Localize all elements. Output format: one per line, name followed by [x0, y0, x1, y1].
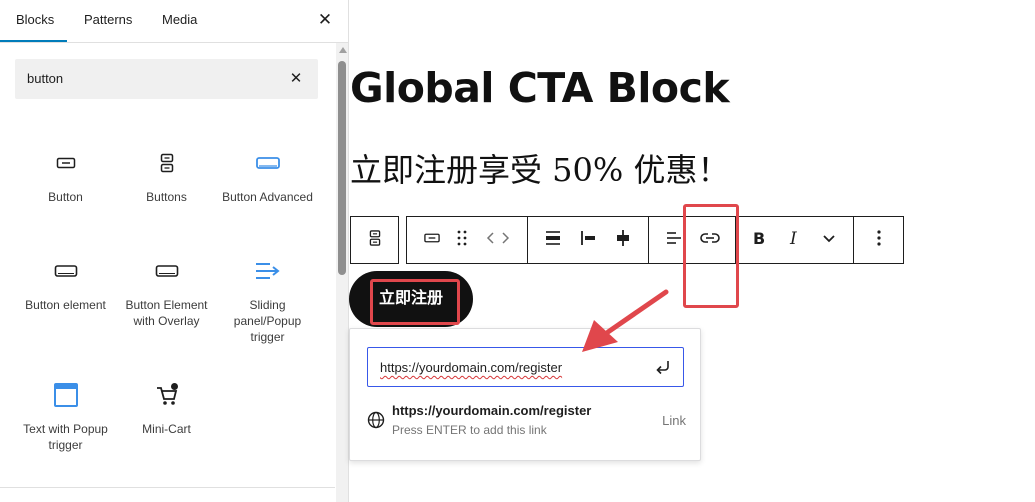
- buttons-icon: [365, 228, 385, 253]
- buttons-icon: [116, 147, 217, 179]
- block-label: Mini-Cart: [142, 422, 191, 436]
- block-item-text-popup[interactable]: Text with Popup trigger: [15, 379, 116, 453]
- select-parent-buttons-button[interactable]: [350, 216, 399, 264]
- subtitle-heading[interactable]: 立即注册享受 50% 优惠！: [350, 150, 729, 190]
- bold-button[interactable]: B: [744, 217, 774, 263]
- inserter-tabs: Blocks Patterns Media ✕: [0, 0, 348, 43]
- cart-icon: [116, 379, 217, 411]
- divider: [648, 217, 649, 263]
- move-arrows-icon: [485, 230, 511, 251]
- scroll-up-arrow-icon[interactable]: [339, 47, 347, 53]
- page-title[interactable]: Global CTA Block: [350, 62, 730, 114]
- link-suggestion[interactable]: https://yourdomain.com/register Press EN…: [360, 395, 692, 441]
- url-input[interactable]: https://yourdomain.com/register: [367, 347, 684, 387]
- align-left-button[interactable]: [573, 217, 603, 263]
- chevron-down-icon: [822, 231, 836, 249]
- drag-handle-icon: [456, 229, 468, 252]
- divider: [735, 217, 736, 263]
- close-icon[interactable]: ✕: [314, 9, 336, 31]
- block-label: Button Element with Overlay: [125, 298, 208, 328]
- scrollbar[interactable]: [336, 43, 348, 502]
- align-justify-icon: [543, 228, 563, 253]
- popup-window-icon: [15, 379, 116, 411]
- block-label: Button: [48, 190, 83, 204]
- text-align-icon: [664, 228, 684, 253]
- italic-button[interactable]: I: [779, 217, 809, 263]
- tab-blocks[interactable]: Blocks: [16, 0, 54, 43]
- block-type-button[interactable]: [415, 217, 449, 263]
- tab-media[interactable]: Media: [162, 0, 197, 43]
- cta-button-text[interactable]: 立即注册: [379, 271, 443, 327]
- clear-search-icon[interactable]: ✕: [286, 69, 306, 89]
- block-label: Sliding panel/Popup trigger: [233, 298, 302, 344]
- align-center-button[interactable]: [608, 217, 638, 263]
- align-left-icon: [578, 228, 598, 253]
- button-advanced-icon: [217, 147, 318, 179]
- scroll-thumb[interactable]: [338, 61, 346, 275]
- link-popover: https://yourdomain.com/register https://…: [349, 328, 701, 461]
- svg-text:B: B: [753, 229, 765, 247]
- tab-patterns[interactable]: Patterns: [84, 0, 132, 43]
- search-input[interactable]: button: [27, 59, 63, 99]
- button-icon: [15, 147, 116, 179]
- drag-handle-button[interactable]: [451, 217, 473, 263]
- link-icon: [699, 231, 721, 250]
- block-search-field[interactable]: button ✕: [15, 59, 318, 99]
- active-tab-indicator: [0, 40, 67, 42]
- url-text: https://yourdomain.com/register: [380, 360, 563, 375]
- enter-return-icon[interactable]: [653, 358, 673, 378]
- block-label: Button element: [25, 298, 106, 312]
- divider: [527, 217, 528, 263]
- url-input-value[interactable]: https://yourdomain.com/register: [380, 348, 562, 388]
- options-button[interactable]: [862, 217, 896, 263]
- block-item-button-advanced[interactable]: Button Advanced: [217, 147, 318, 205]
- more-formats-button[interactable]: [814, 217, 844, 263]
- block-item-buttons[interactable]: Buttons: [116, 147, 217, 205]
- block-label: Buttons: [146, 190, 187, 204]
- editor-canvas: Global CTA Block 立即注册享受 50% 优惠！ B I 立即注册…: [349, 0, 1035, 502]
- block-label: Button Advanced: [222, 190, 313, 204]
- move-block-button[interactable]: [479, 217, 517, 263]
- svg-text:I: I: [789, 229, 797, 247]
- block-item-button[interactable]: Button: [15, 147, 116, 205]
- align-justify-button[interactable]: [538, 217, 568, 263]
- block-toolbar: B I: [406, 216, 904, 264]
- cta-button[interactable]: 立即注册: [349, 271, 473, 327]
- block-label: Text with Popup trigger: [23, 422, 108, 452]
- block-item-button-element[interactable]: Button element: [15, 255, 116, 313]
- link-button[interactable]: [693, 217, 727, 263]
- align-center-icon: [613, 228, 633, 253]
- italic-icon: I: [787, 229, 801, 252]
- globe-icon: [366, 410, 386, 430]
- button-element-icon: [15, 255, 116, 287]
- button-icon: [422, 228, 442, 253]
- block-inserter-panel: Blocks Patterns Media ✕ button ✕ Button …: [0, 0, 349, 502]
- sliding-panel-icon: [217, 255, 318, 287]
- suggestion-hint: Press ENTER to add this link: [392, 423, 547, 437]
- bold-icon: B: [751, 229, 767, 252]
- text-align-button[interactable]: [658, 217, 690, 263]
- more-options-icon: [876, 229, 882, 252]
- block-item-mini-cart[interactable]: Mini-Cart: [116, 379, 217, 437]
- block-item-button-overlay[interactable]: Button Element with Overlay: [116, 255, 217, 329]
- divider: [0, 487, 335, 488]
- divider: [853, 217, 854, 263]
- button-overlay-icon: [116, 255, 217, 287]
- suggestion-url: https://yourdomain.com/register: [392, 403, 592, 418]
- block-item-sliding-panel[interactable]: Sliding panel/Popup trigger: [217, 255, 318, 345]
- suggestion-type: Link: [662, 413, 686, 428]
